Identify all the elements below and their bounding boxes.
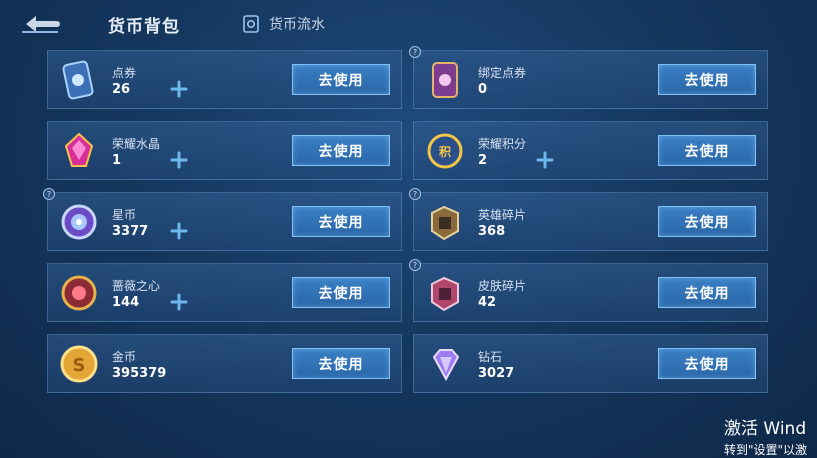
svg-text:?: ? <box>47 190 51 199</box>
currency-name: 钻石 <box>478 350 503 364</box>
rose-heart-icon <box>61 275 97 311</box>
currency-amount: 1 <box>112 153 122 168</box>
currency-card: 蔷薇之心 144 去使用 <box>47 263 402 322</box>
glory-points-icon: 积 <box>427 133 463 169</box>
currency-card: ? 星币 3377 去使用 <box>43 188 402 251</box>
add-currency-button[interactable] <box>169 292 189 312</box>
currency-amount: 3027 <box>478 366 515 381</box>
activation-watermark: 激活 Wind 转到"设置"以激 <box>724 410 817 458</box>
currency-name: 英雄碎片 <box>478 208 527 222</box>
use-button[interactable]: 去使用 <box>292 277 390 308</box>
gold-coin-icon: S <box>60 345 98 383</box>
currency-card: ? 英雄碎片 368 去使用 <box>409 188 768 251</box>
help-icon[interactable]: ? <box>43 188 55 200</box>
use-button[interactable]: 去使用 <box>658 64 756 95</box>
help-icon[interactable]: ? <box>409 259 421 271</box>
currency-amount: 2 <box>478 153 488 168</box>
add-currency-button[interactable] <box>169 150 189 170</box>
watermark-line-2: 转到"设置"以激 <box>724 443 808 457</box>
currency-flow-link[interactable]: 货币流水 <box>243 14 325 34</box>
currency-card: S 金币 395379 去使用 <box>47 334 402 393</box>
svg-text:S: S <box>73 355 86 376</box>
currency-name: 蔷薇之心 <box>112 279 161 293</box>
add-currency-button[interactable] <box>535 150 555 170</box>
use-button[interactable]: 去使用 <box>292 206 390 237</box>
use-button[interactable]: 去使用 <box>658 348 756 379</box>
svg-text:?: ? <box>413 48 417 57</box>
currency-card: 点券 26 去使用 <box>47 50 402 109</box>
glory-crystal-icon <box>64 132 94 167</box>
coupon-card-icon <box>62 60 94 100</box>
diamond-icon <box>432 349 460 382</box>
currency-card: 荣耀水晶 1 去使用 <box>47 121 402 180</box>
svg-text:?: ? <box>413 190 417 199</box>
use-button[interactable]: 去使用 <box>658 135 756 166</box>
currency-card: ? 皮肤碎片 42 去使用 <box>409 259 768 322</box>
currency-amount: 3377 <box>112 224 149 239</box>
help-icon[interactable]: ? <box>409 188 421 200</box>
currency-amount: 0 <box>478 82 488 97</box>
help-icon[interactable]: ? <box>409 46 421 58</box>
currency-card: 钻石 3027 去使用 <box>413 334 768 393</box>
svg-text:?: ? <box>413 261 417 270</box>
watermark-line-1: 激活 Wind <box>724 419 807 439</box>
use-button[interactable]: 去使用 <box>658 206 756 237</box>
currency-amount: 395379 <box>112 366 167 381</box>
add-currency-button[interactable] <box>169 79 189 99</box>
add-currency-button[interactable] <box>169 221 189 241</box>
use-button[interactable]: 去使用 <box>292 348 390 379</box>
ledger-icon <box>243 15 259 33</box>
svg-text:积: 积 <box>439 144 451 159</box>
use-button[interactable]: 去使用 <box>658 277 756 308</box>
currency-name: 绑定点券 <box>478 66 527 80</box>
currency-card: ? 绑定点券 0 去使用 <box>409 46 768 109</box>
use-button[interactable]: 去使用 <box>292 64 390 95</box>
currency-card: 积 荣耀积分 2 去使用 <box>413 121 768 180</box>
currency-name: 皮肤碎片 <box>478 279 527 293</box>
page-title: 货币背包 <box>108 17 180 37</box>
currency-name: 荣耀积分 <box>478 137 527 151</box>
currency-amount: 368 <box>478 224 506 239</box>
currency-name: 星币 <box>112 208 137 222</box>
currency-amount: 26 <box>112 82 131 97</box>
currency-amount: 42 <box>478 295 497 310</box>
currency-name: 金币 <box>112 350 137 364</box>
use-button[interactable]: 去使用 <box>292 135 390 166</box>
top-bar: 货币背包 货币流水 <box>0 0 817 46</box>
back-arrow-icon[interactable] <box>18 12 62 36</box>
currency-name: 点券 <box>112 66 137 80</box>
skin-fragment-icon <box>431 276 459 312</box>
hero-fragment-icon <box>431 205 459 241</box>
currency-name: 荣耀水晶 <box>112 137 161 151</box>
currency-flow-label: 货币流水 <box>269 17 325 33</box>
currency-amount: 144 <box>112 295 140 310</box>
bound-coupon-card-icon <box>432 62 458 98</box>
star-coin-icon <box>61 204 97 240</box>
